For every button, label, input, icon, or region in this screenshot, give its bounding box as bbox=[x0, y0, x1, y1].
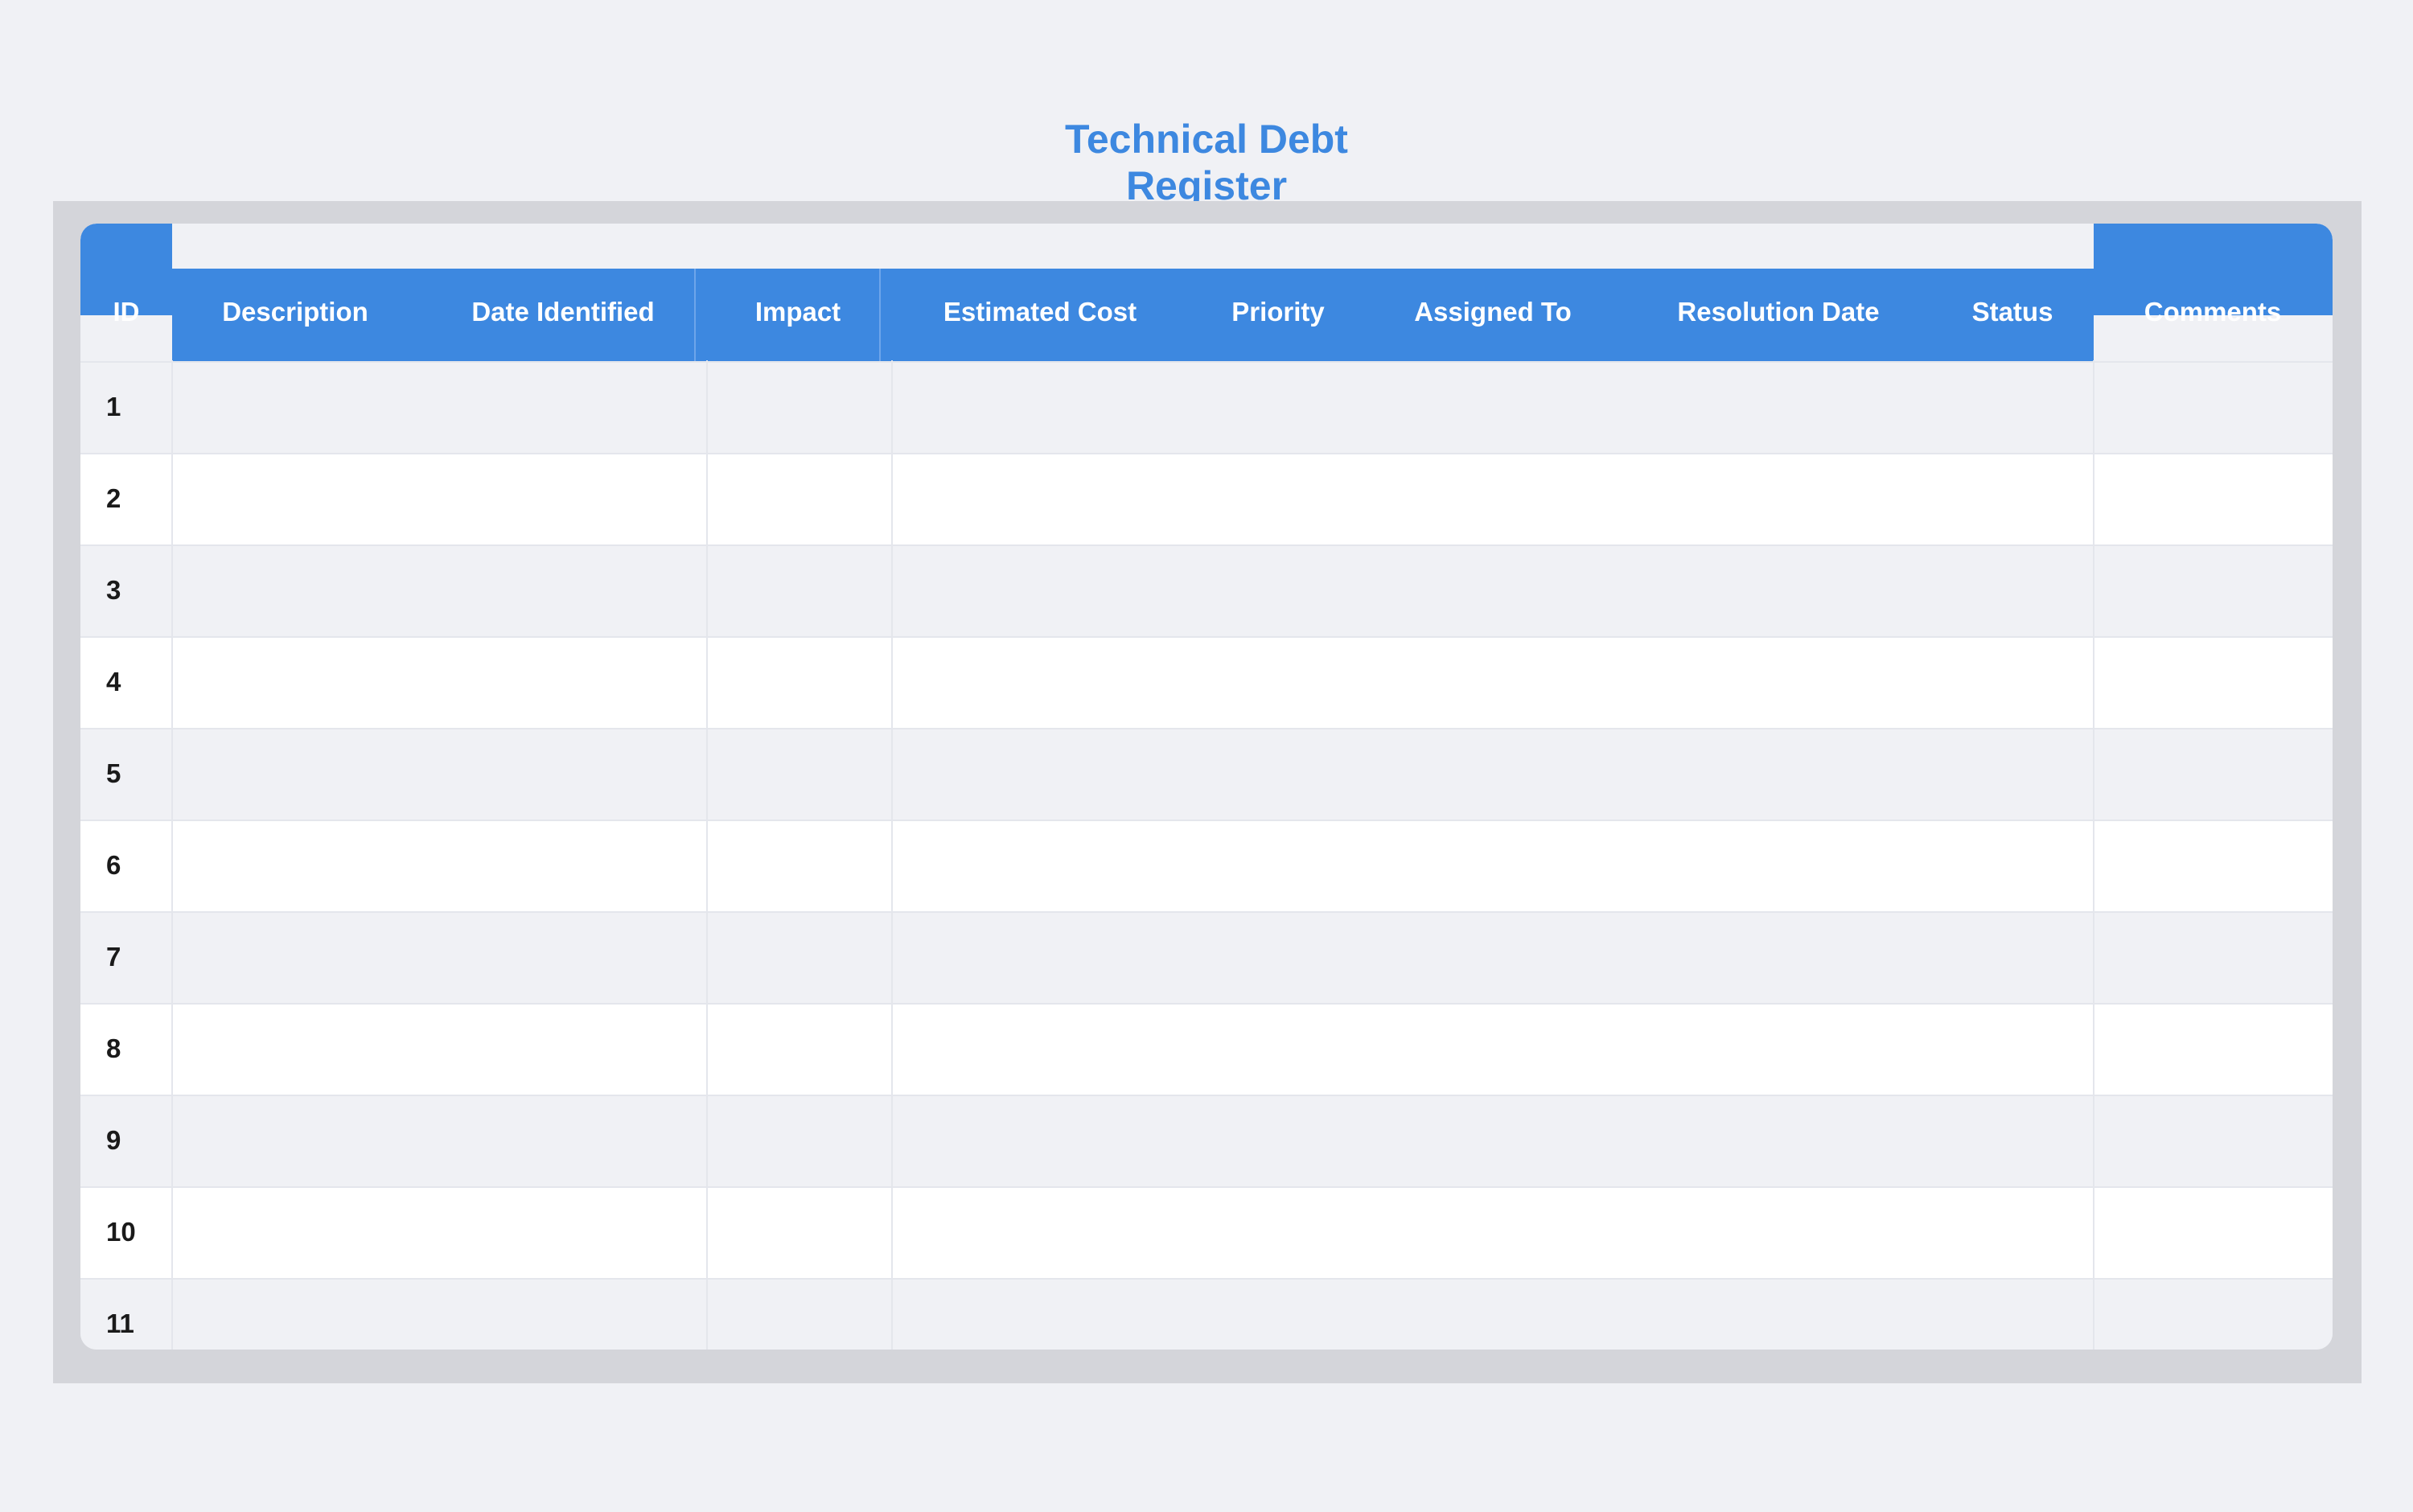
row-id: 11 bbox=[106, 1309, 134, 1338]
table-row[interactable]: 2 bbox=[80, 453, 2333, 544]
row-id: 2 bbox=[106, 483, 121, 513]
column-header-resolution-date[interactable]: Resolution Date bbox=[1677, 296, 1879, 328]
row-id: 9 bbox=[106, 1125, 121, 1155]
column-divider bbox=[891, 360, 893, 1350]
header-divider bbox=[879, 269, 881, 361]
column-header-date-identified[interactable]: Date Identified bbox=[471, 296, 654, 328]
table-row[interactable]: 3 bbox=[80, 544, 2333, 636]
column-divider bbox=[706, 360, 708, 1350]
table-row[interactable]: 11 bbox=[80, 1278, 2333, 1350]
page-title: Technical Debt Register bbox=[0, 116, 2413, 209]
row-id: 6 bbox=[106, 850, 121, 880]
row-id: 10 bbox=[106, 1217, 136, 1247]
table-row[interactable]: 9 bbox=[80, 1095, 2333, 1186]
column-header-estimated-cost[interactable]: Estimated Cost bbox=[943, 296, 1137, 328]
row-id: 3 bbox=[106, 575, 121, 605]
header-divider bbox=[694, 269, 696, 361]
table-row[interactable]: 5 bbox=[80, 728, 2333, 820]
title-line-1: Technical Debt bbox=[1065, 117, 1348, 162]
table-row[interactable]: 6 bbox=[80, 820, 2333, 911]
row-id: 8 bbox=[106, 1033, 121, 1063]
row-id: 5 bbox=[106, 758, 121, 788]
column-header-assigned-to[interactable]: Assigned To bbox=[1414, 296, 1572, 328]
row-id: 7 bbox=[106, 942, 121, 972]
row-id: 1 bbox=[106, 392, 121, 421]
table-row[interactable]: 4 bbox=[80, 636, 2333, 728]
column-divider bbox=[2093, 360, 2094, 1350]
table-row[interactable]: 8 bbox=[80, 1003, 2333, 1095]
table-row[interactable]: 1 bbox=[80, 361, 2333, 453]
column-header-comments[interactable]: Comments bbox=[2144, 296, 2282, 328]
register-table: 1 2 3 4 5 6 7 8 9 10 11 bbox=[80, 224, 2333, 1350]
column-divider bbox=[171, 360, 173, 1350]
table-row[interactable]: 7 bbox=[80, 911, 2333, 1003]
row-id: 4 bbox=[106, 667, 121, 696]
column-header-impact[interactable]: Impact bbox=[755, 296, 841, 328]
column-header-description[interactable]: Description bbox=[222, 296, 368, 328]
column-header-priority[interactable]: Priority bbox=[1231, 296, 1325, 328]
table-row[interactable]: 10 bbox=[80, 1186, 2333, 1278]
column-header-status[interactable]: Status bbox=[1972, 296, 2053, 328]
column-header-id[interactable]: ID bbox=[113, 296, 140, 328]
